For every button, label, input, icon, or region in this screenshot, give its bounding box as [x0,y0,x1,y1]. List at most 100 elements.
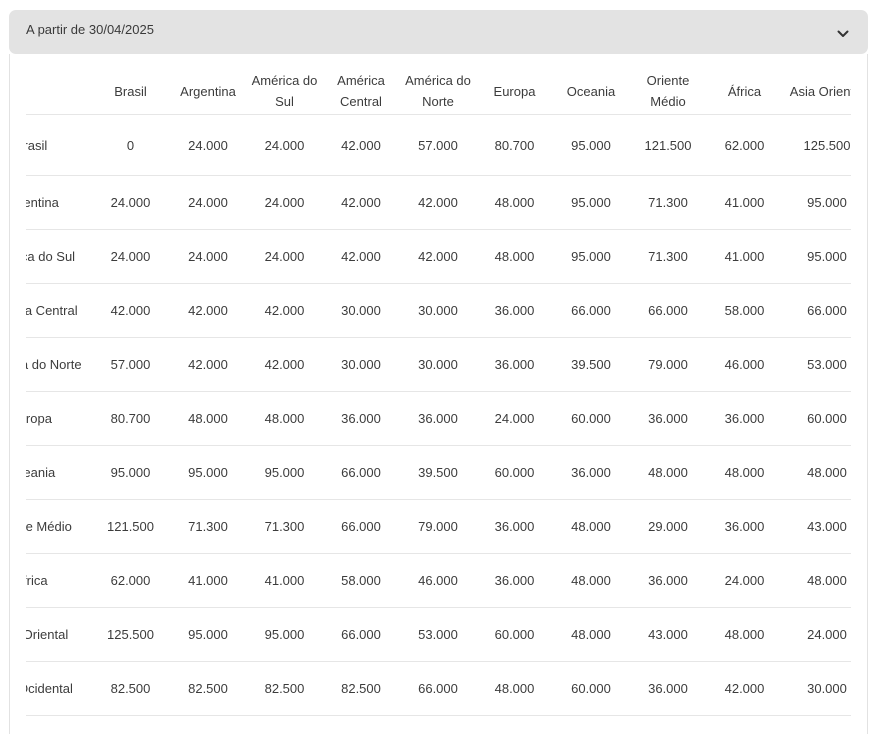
table-row: Brasil024.00024.00042.00057.00080.70095.… [26,114,851,176]
table-cell: 42.000 [246,283,323,338]
table-cell: 24.000 [246,175,323,230]
table-cell: 24.000 [170,114,246,176]
table-cell: 42.000 [170,283,246,338]
column-header: América Central [323,68,399,115]
table-cell: 48.000 [477,661,552,716]
table-cell: 42.000 [323,114,399,176]
table-cell: 24.000 [91,175,170,230]
table-cell: 42.000 [399,175,477,230]
table-cell: 39.500 [552,337,630,392]
table-cell: 41.000 [170,553,246,608]
table-cell: 58.000 [706,283,783,338]
table-cell: 41.000 [706,175,783,230]
table-cell: 71.300 [246,499,323,554]
table-cell: 79.000 [399,499,477,554]
table-cell: 36.000 [706,391,783,446]
accordion-title: A partir de 30/04/2025 [26,22,154,37]
table-cell: 58.000 [323,553,399,608]
column-header: Argentina [170,68,246,115]
table-cell: 71.300 [630,229,706,284]
table-cell: 48.000 [170,391,246,446]
table-body: Brasil024.00024.00042.00057.00080.70095.… [26,114,851,716]
table-row: Oriente Médio121.50071.30071.30066.00079… [26,499,851,554]
row-header: Oriente Médio [26,499,91,554]
table-cell: 36.000 [477,499,552,554]
table-cell: 46.000 [706,337,783,392]
table-cell: 62.000 [706,114,783,176]
row-header: Brasil [26,114,91,176]
table-cell: 60.000 [477,607,552,662]
table-cell: 121.500 [91,499,170,554]
table-cell: 30.000 [399,337,477,392]
table-cell: 48.000 [630,445,706,500]
accordion-header[interactable]: A partir de 30/04/2025 [9,10,868,54]
table-cell: 36.000 [630,391,706,446]
column-header: Brasil [91,68,170,115]
table-cell: 95.000 [552,229,630,284]
chevron-down-icon[interactable] [836,27,850,41]
table-cell: 60.000 [783,391,851,446]
table-row: Oceania95.00095.00095.00066.00039.50060.… [26,445,851,500]
table-cell: 57.000 [91,337,170,392]
column-header: Asia Oriental [783,68,851,115]
table-cell: 60.000 [477,445,552,500]
table-cell: 95.000 [246,607,323,662]
table-row: Asia Oriental125.50095.00095.00066.00053… [26,607,851,662]
table-cell: 66.000 [399,661,477,716]
table-cell: 48.000 [552,553,630,608]
table-cell: 48.000 [552,499,630,554]
table-cell: 36.000 [630,661,706,716]
table-cell: 42.000 [246,337,323,392]
table-cell: 71.300 [630,175,706,230]
table-cell: 66.000 [323,445,399,500]
table-cell: 24.000 [170,229,246,284]
table-scroll-container[interactable]: Brasil Argentina América do Sul América Cen… [26,68,851,716]
table-cell: 66.000 [783,283,851,338]
row-header: América do Sul [26,229,91,284]
table-cell: 36.000 [399,391,477,446]
table-cell: 48.000 [783,445,851,500]
row-header: América do Norte [26,337,91,392]
table-cell: 24.000 [246,229,323,284]
table-cell: 79.000 [630,337,706,392]
table-cell: 42.000 [170,337,246,392]
table-cell: 66.000 [323,607,399,662]
table-cell: 48.000 [477,229,552,284]
table-cell: 60.000 [552,391,630,446]
table-cell: 24.000 [706,553,783,608]
table-cell: 95.000 [783,175,851,230]
table-cell: 42.000 [323,175,399,230]
table-cell: 121.500 [630,114,706,176]
column-header: África [706,68,783,115]
row-header: Argentina [26,175,91,230]
table-cell: 82.500 [91,661,170,716]
table-cell: 29.000 [630,499,706,554]
table-cell: 71.300 [170,499,246,554]
table-cell: 30.000 [399,283,477,338]
table-cell: 42.000 [323,229,399,284]
table-cell: 48.000 [783,553,851,608]
table-cell: 48.000 [706,607,783,662]
table-cell: 42.000 [706,661,783,716]
table-cell: 36.000 [477,337,552,392]
row-header: Europa [26,391,91,446]
table-cell: 95.000 [170,445,246,500]
table-cell: 24.000 [477,391,552,446]
table-cell: 48.000 [706,445,783,500]
row-header: África [26,553,91,608]
table-cell: 53.000 [783,337,851,392]
table-cell: 82.500 [170,661,246,716]
table-cell: 36.000 [477,553,552,608]
table-cell: 82.500 [323,661,399,716]
column-header: América do Sul [246,68,323,115]
table-cell: 36.000 [552,445,630,500]
table-cell: 30.000 [323,337,399,392]
table-cell: 95.000 [783,229,851,284]
row-header: Asia Oriental [26,607,91,662]
row-header: Oceania [26,445,91,500]
table-cell: 42.000 [91,283,170,338]
table-cell: 57.000 [399,114,477,176]
table-cell: 66.000 [323,499,399,554]
table-cell: 125.500 [783,114,851,176]
table-cell: 66.000 [552,283,630,338]
